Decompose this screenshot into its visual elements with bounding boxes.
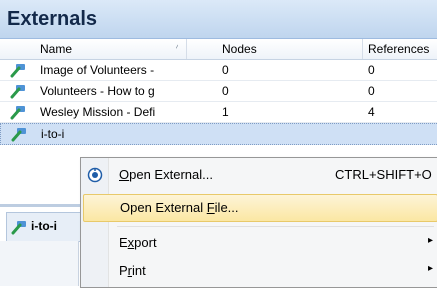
panel-splitter[interactable] [0, 204, 80, 207]
submenu-arrow-icon: ▸ [428, 263, 434, 274]
column-divider[interactable] [186, 39, 187, 59]
tab-detail-label: i-to-i [31, 219, 57, 233]
row-nodes: 0 [222, 63, 229, 77]
menu-item-print[interactable]: Print ▸ [83, 258, 436, 284]
table-row-selected[interactable]: i-to-i [0, 123, 437, 145]
menu-item-shortcut: CTRL+SHIFT+O [335, 167, 432, 182]
menu-separator [117, 226, 434, 227]
row-name: Image of Volunteers - [40, 63, 155, 77]
detail-pane [0, 241, 79, 286]
column-header-references[interactable]: References [368, 39, 437, 59]
table-row[interactable]: Wesley Mission - Defi 1 4 [0, 102, 437, 123]
external-link-icon [10, 85, 25, 99]
table-row[interactable]: Image of Volunteers - 0 0 [0, 60, 437, 81]
menu-item-open-external-file[interactable]: Open External File... [83, 194, 437, 222]
column-header-nodes[interactable]: Nodes [222, 39, 257, 59]
submenu-arrow-icon: ▸ [428, 235, 434, 246]
context-menu: Open External... CTRL+SHIFT+O Open Exter… [80, 157, 437, 288]
panel-title: Externals [7, 8, 98, 30]
menu-item-label: Open External... [119, 167, 213, 182]
table-row[interactable]: Volunteers - How to g 0 0 [0, 81, 437, 102]
row-name: i-to-i [41, 127, 65, 141]
open-external-icon [87, 167, 103, 183]
panel-header: Externals [0, 0, 437, 39]
row-nodes: 1 [222, 105, 229, 119]
menu-item-open-external[interactable]: Open External... CTRL+SHIFT+O [83, 162, 436, 188]
external-link-icon [11, 128, 26, 142]
row-name: Wesley Mission - Defi [40, 105, 156, 119]
external-link-icon [11, 221, 26, 235]
column-divider[interactable] [362, 39, 363, 59]
row-references: 0 [368, 84, 375, 98]
column-header-name[interactable]: Name [40, 39, 72, 59]
external-link-icon [10, 64, 25, 78]
menu-item-label: Print [119, 263, 146, 278]
tab-detail[interactable]: i-to-i [6, 212, 82, 242]
row-references: 4 [368, 105, 375, 119]
menu-item-label: Export [119, 235, 157, 250]
sort-indicator-icon: ⁄ [176, 43, 178, 54]
row-references: 0 [368, 63, 375, 77]
row-nodes: 0 [222, 84, 229, 98]
row-name: Volunteers - How to g [40, 84, 155, 98]
menu-item-label: Open External File... [120, 200, 239, 215]
external-link-icon [10, 106, 25, 120]
menu-item-export[interactable]: Export ▸ [83, 230, 436, 256]
